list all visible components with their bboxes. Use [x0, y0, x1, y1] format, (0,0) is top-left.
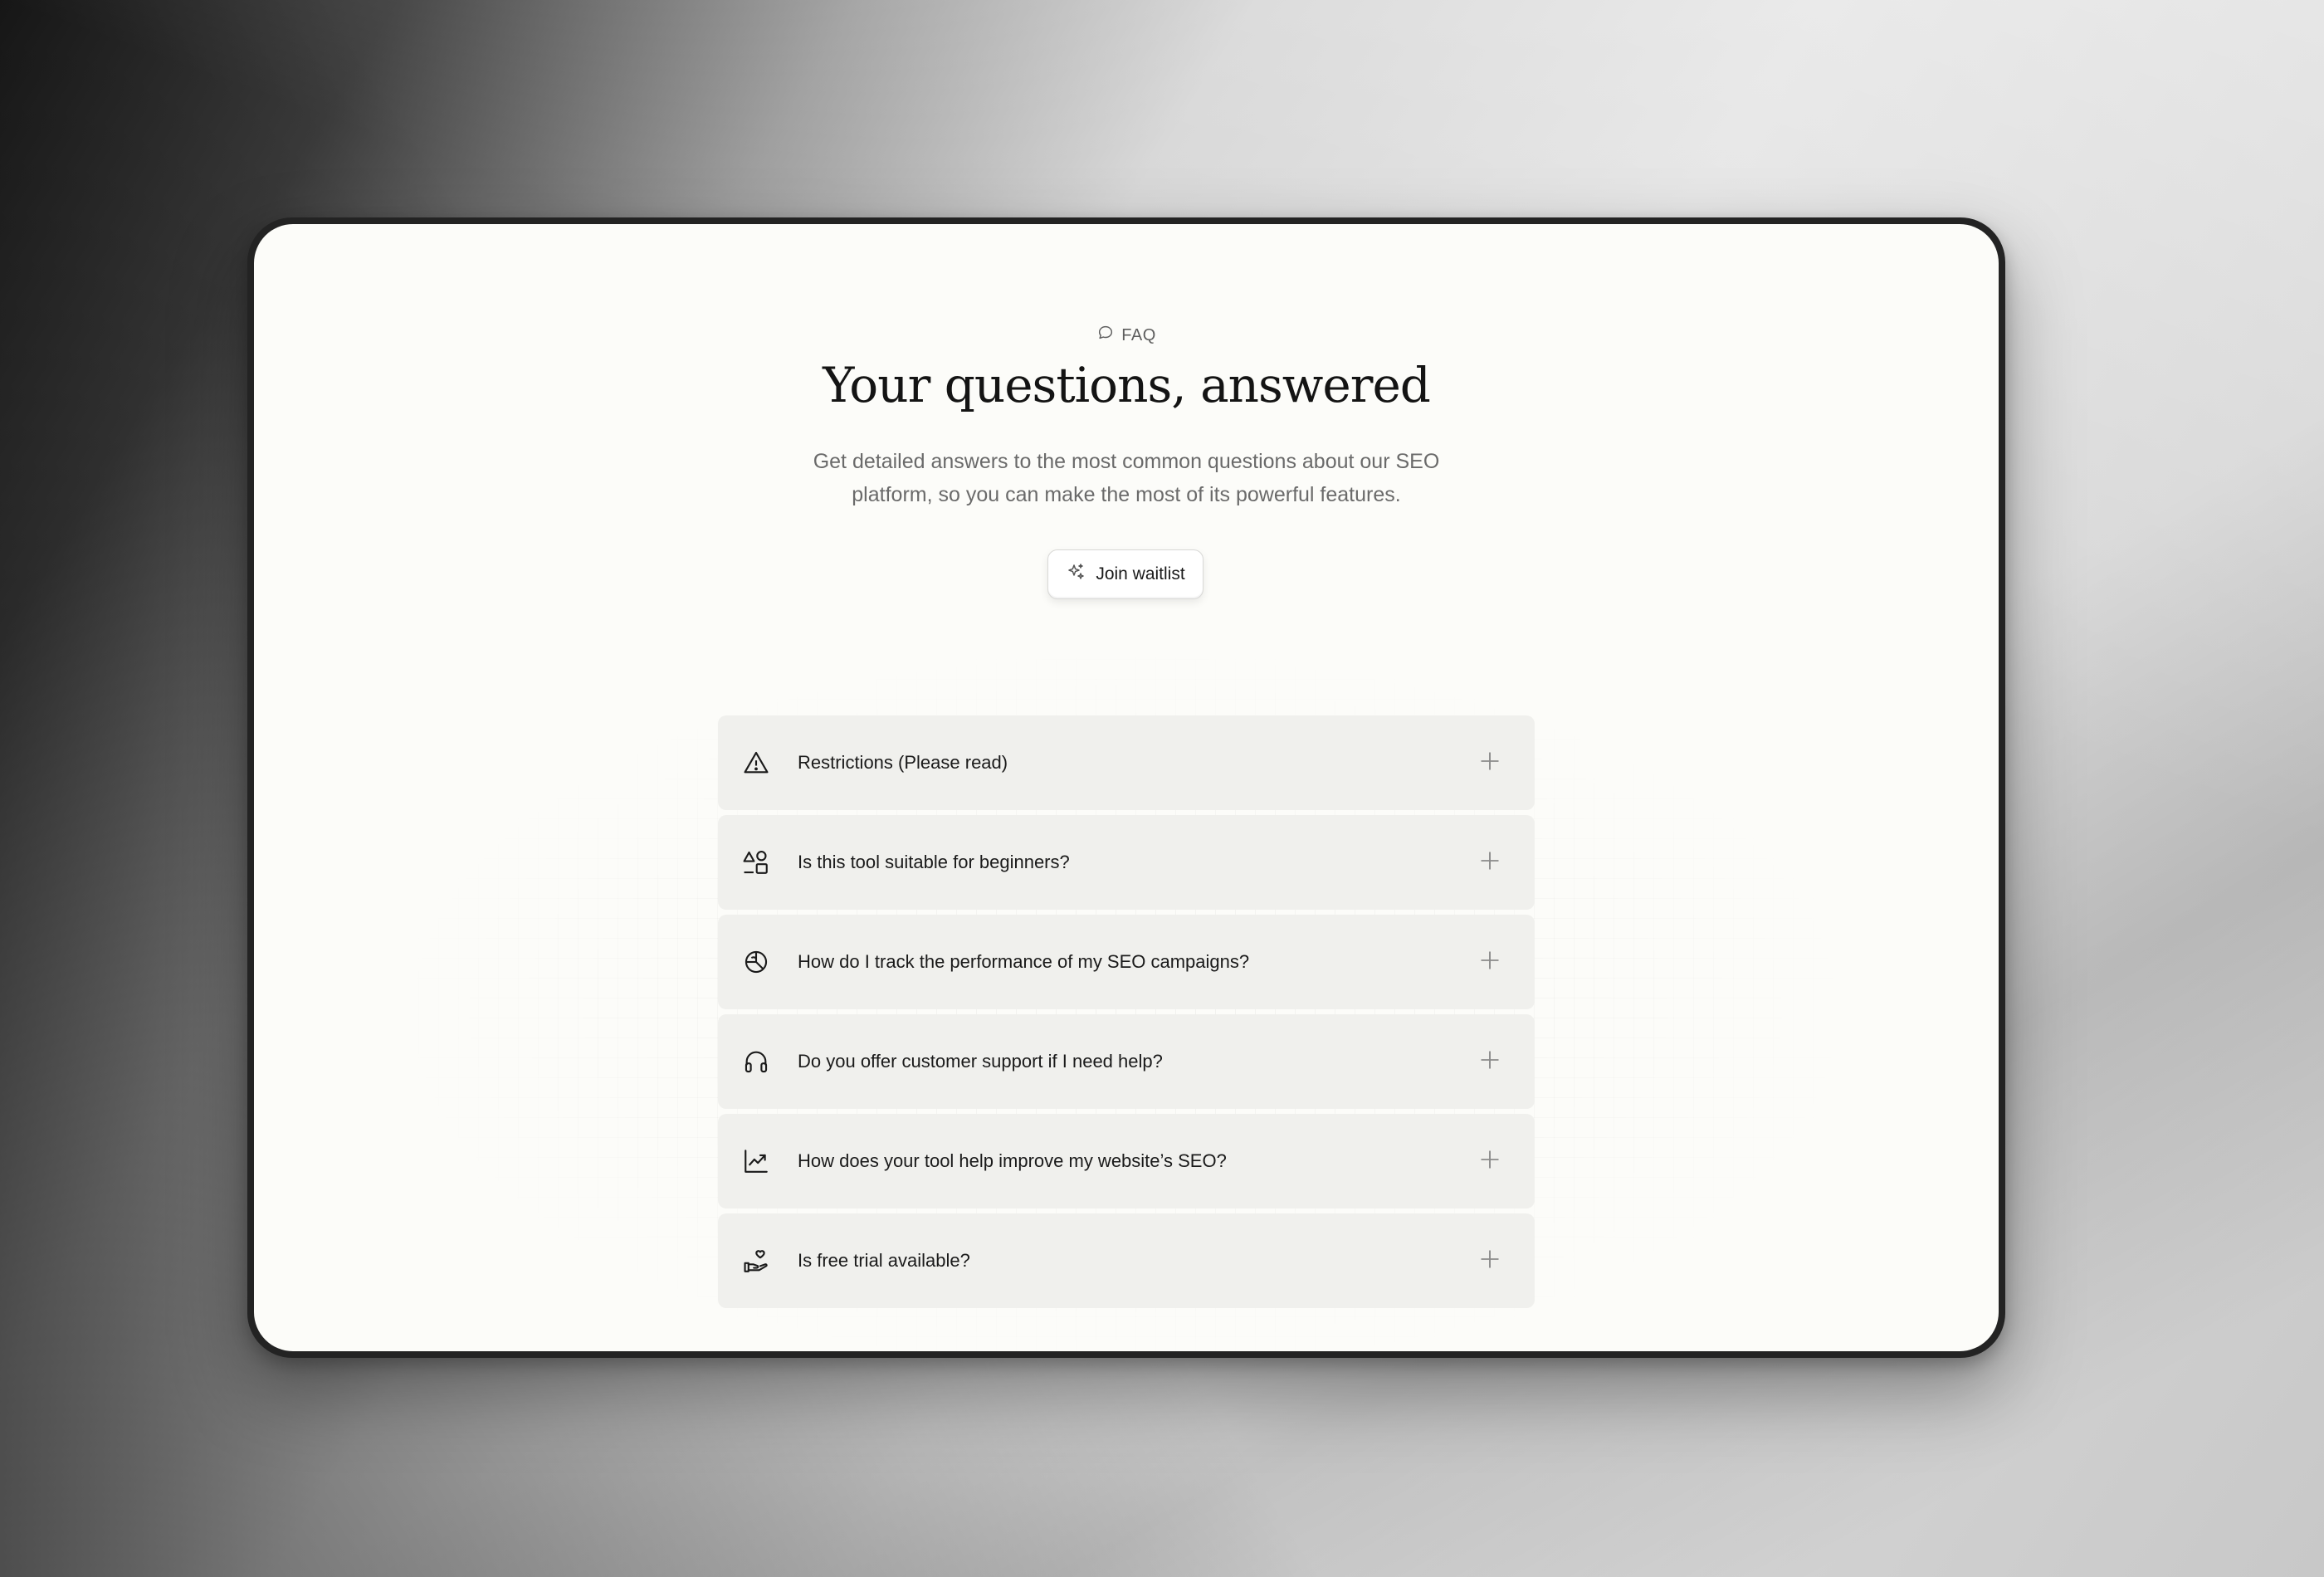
chart-pie-icon: [741, 947, 771, 977]
expand-plus-icon[interactable]: [1478, 949, 1511, 976]
faq-item-improve-seo[interactable]: How does your tool help improve my websi…: [718, 1114, 1535, 1208]
expand-plus-icon[interactable]: [1478, 849, 1511, 876]
faq-question: How do I track the performance of my SEO…: [798, 951, 1250, 972]
faq-question: Is free trial available?: [798, 1250, 970, 1271]
faq-list: Restrictions (Please read) Is this tool …: [718, 715, 1535, 1313]
expand-plus-icon[interactable]: [1478, 1048, 1511, 1076]
shapes-icon: [741, 847, 771, 877]
faq-eyebrow-label: FAQ: [1121, 325, 1156, 344]
trend-up-icon: [741, 1146, 771, 1176]
faq-item-beginners[interactable]: Is this tool suitable for beginners?: [718, 815, 1535, 910]
faq-question: How does your tool help improve my websi…: [798, 1150, 1227, 1171]
sparkle-icon: [1066, 562, 1086, 587]
faq-item-support[interactable]: Do you offer customer support if I need …: [718, 1014, 1535, 1109]
page-title: Your questions, answered: [823, 357, 1431, 413]
join-waitlist-button[interactable]: Join waitlist: [1047, 549, 1204, 599]
faq-page: FAQ Your questions, answered Get detaile…: [254, 224, 1999, 1351]
faq-question: Do you offer customer support if I need …: [798, 1051, 1163, 1072]
chat-bubble-icon: [1096, 324, 1115, 347]
device-frame: FAQ Your questions, answered Get detaile…: [247, 217, 2005, 1358]
faq-item-track-performance[interactable]: How do I track the performance of my SEO…: [718, 915, 1535, 1009]
faq-question: Restrictions (Please read): [798, 752, 1008, 773]
expand-plus-icon[interactable]: [1478, 1148, 1511, 1175]
join-waitlist-label: Join waitlist: [1096, 564, 1185, 583]
headphones-icon: [741, 1047, 771, 1077]
faq-item-restrictions[interactable]: Restrictions (Please read): [718, 715, 1535, 810]
page-subtitle: Get detailed answers to the most common …: [813, 450, 1440, 506]
faq-question: Is this tool suitable for beginners?: [798, 852, 1070, 872]
hand-heart-icon: [741, 1246, 771, 1276]
warning-triangle-icon: [741, 748, 771, 778]
faq-item-free-trial[interactable]: Is free trial available?: [718, 1213, 1535, 1308]
expand-plus-icon[interactable]: [1478, 1247, 1511, 1275]
expand-plus-icon[interactable]: [1478, 749, 1511, 777]
faq-eyebrow: FAQ: [254, 324, 1999, 347]
